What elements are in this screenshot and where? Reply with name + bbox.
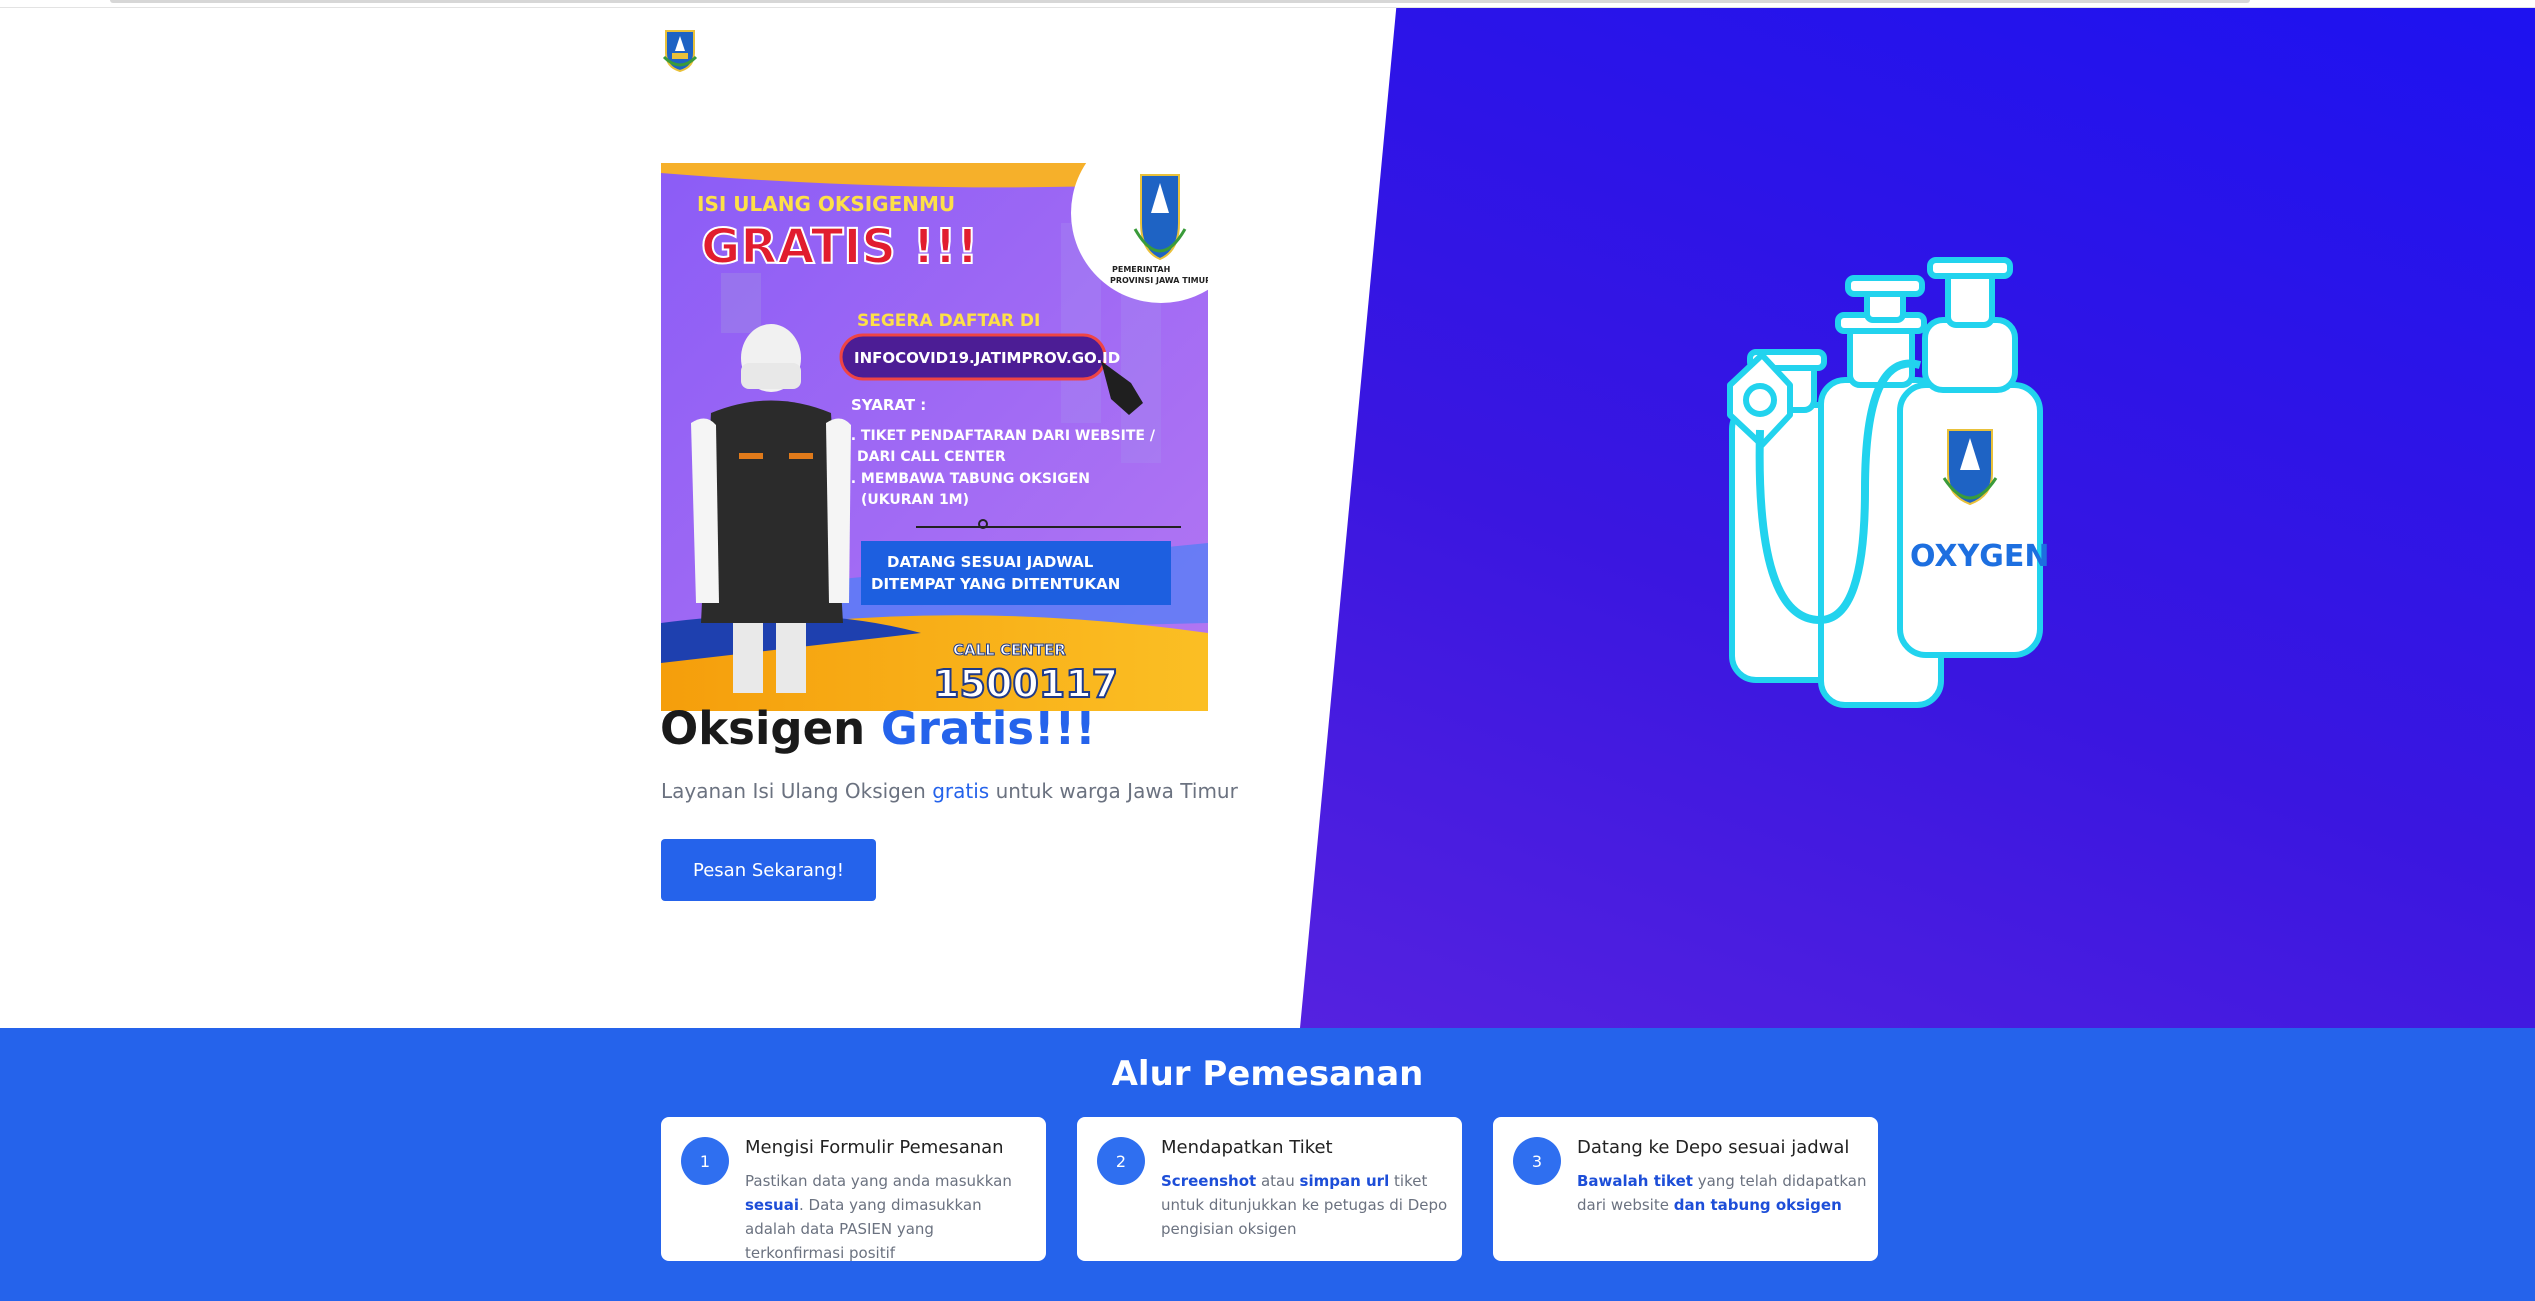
step1-text-b: sesuai (745, 1196, 799, 1214)
jatim-crest-icon[interactable] (662, 27, 698, 73)
poster-req1a: 1. TIKET PENDAFTARAN DARI WEBSITE / (841, 428, 1156, 444)
oxygen-tanks-icon: OXYGEN (1727, 257, 2050, 708)
poster-syarat: SYARAT : (851, 396, 926, 414)
step2-text-c: simpan url (1299, 1172, 1390, 1190)
step-card-2: 2 Mendapatkan Tiket Screenshot atau simp… (1077, 1117, 1462, 1261)
oxygen-label: OXYGEN (1910, 539, 2050, 574)
hero-subtitle-post: untuk warga Jawa Timur (995, 779, 1238, 803)
poster-call-center-label: CALL CENTER (953, 641, 1066, 659)
step2-text-a: Screenshot (1161, 1172, 1257, 1190)
hero-subtitle-accent: gratis (932, 779, 990, 803)
scroll-track (110, 0, 2250, 3)
step-title-3: Datang ke Depo sesuai jadwal (1577, 1137, 1850, 1158)
page: PEMERINTAH PROVINSI JAWA TIMUR ISI ULANG… (0, 0, 2535, 1301)
steps-title: Alur Pemesanan (1111, 1054, 1424, 1094)
hero-title-main: Oksigen (660, 702, 866, 755)
step-card-3: 3 Datang ke Depo sesuai jadwal Bawalah t… (1493, 1117, 1878, 1261)
poster-req1b: DARI CALL CENTER (857, 449, 1006, 465)
poster-url: INFOCOVID19.JATIMPROV.GO.ID (854, 349, 1120, 367)
steps-section: Alur Pemesanan 1 Mengisi Formulir Pemesa… (0, 1028, 2535, 1301)
step1-text-a: Pastikan data yang anda masukkan (745, 1172, 1012, 1190)
poster-register-label: SEGERA DAFTAR DI (857, 311, 1040, 331)
poster-heading-big: GRATIS !!! (701, 219, 978, 275)
step-title-1: Mengisi Formulir Pemesanan (745, 1137, 1004, 1158)
hero-subtitle: Layanan Isi Ulang Oksigen gratis untuk w… (661, 779, 1238, 803)
hero-section: PEMERINTAH PROVINSI JAWA TIMUR ISI ULANG… (0, 0, 2535, 1028)
step3-text-a: Bawalah tiket (1577, 1172, 1693, 1190)
poster-heading-top: ISI ULANG OKSIGENMU (697, 192, 955, 216)
poster-call-center-number: 1500117 (933, 662, 1118, 706)
step-desc-2: Screenshot atau simpan url tiket untuk d… (1161, 1169, 1451, 1241)
poster-gov-line2: PROVINSI JAWA TIMUR (1110, 276, 1208, 285)
step-number-3: 3 (1513, 1137, 1561, 1185)
step3-text-c: dan tabung oksigen (1673, 1196, 1842, 1214)
promo-poster: PEMERINTAH PROVINSI JAWA TIMUR ISI ULANG… (661, 163, 1208, 711)
browser-top-strip (0, 0, 2535, 8)
hero-title-accent: Gratis!!! (880, 702, 1096, 755)
poster-schedule1: DATANG SESUAI JADWAL (887, 553, 1094, 571)
poster-schedule2: DITEMPAT YANG DITENTUKAN (871, 575, 1120, 593)
hero-gradient-panel (1300, 0, 2535, 1028)
step-number-1: 1 (681, 1137, 729, 1185)
step-desc-3: Bawalah tiket yang telah didapatkan dari… (1577, 1169, 1867, 1217)
hero-subtitle-pre: Layanan Isi Ulang Oksigen (661, 779, 926, 803)
step-title-2: Mendapatkan Tiket (1161, 1137, 1333, 1158)
step-card-1: 1 Mengisi Formulir Pemesanan Pastikan da… (661, 1117, 1046, 1262)
hero-title: Oksigen Gratis!!! (660, 702, 1096, 755)
poster-gov-line1: PEMERINTAH (1112, 265, 1170, 274)
step-number-2: 2 (1097, 1137, 1145, 1185)
poster-req2b: (UKURAN 1M) (861, 492, 969, 508)
step2-text-b: atau (1260, 1172, 1295, 1190)
step-desc-1: Pastikan data yang anda masukkan sesuai.… (745, 1169, 1035, 1265)
order-now-button[interactable]: Pesan Sekarang! (661, 839, 876, 901)
poster-req2a: 2. MEMBAWA TABUNG OKSIGEN (841, 471, 1090, 487)
